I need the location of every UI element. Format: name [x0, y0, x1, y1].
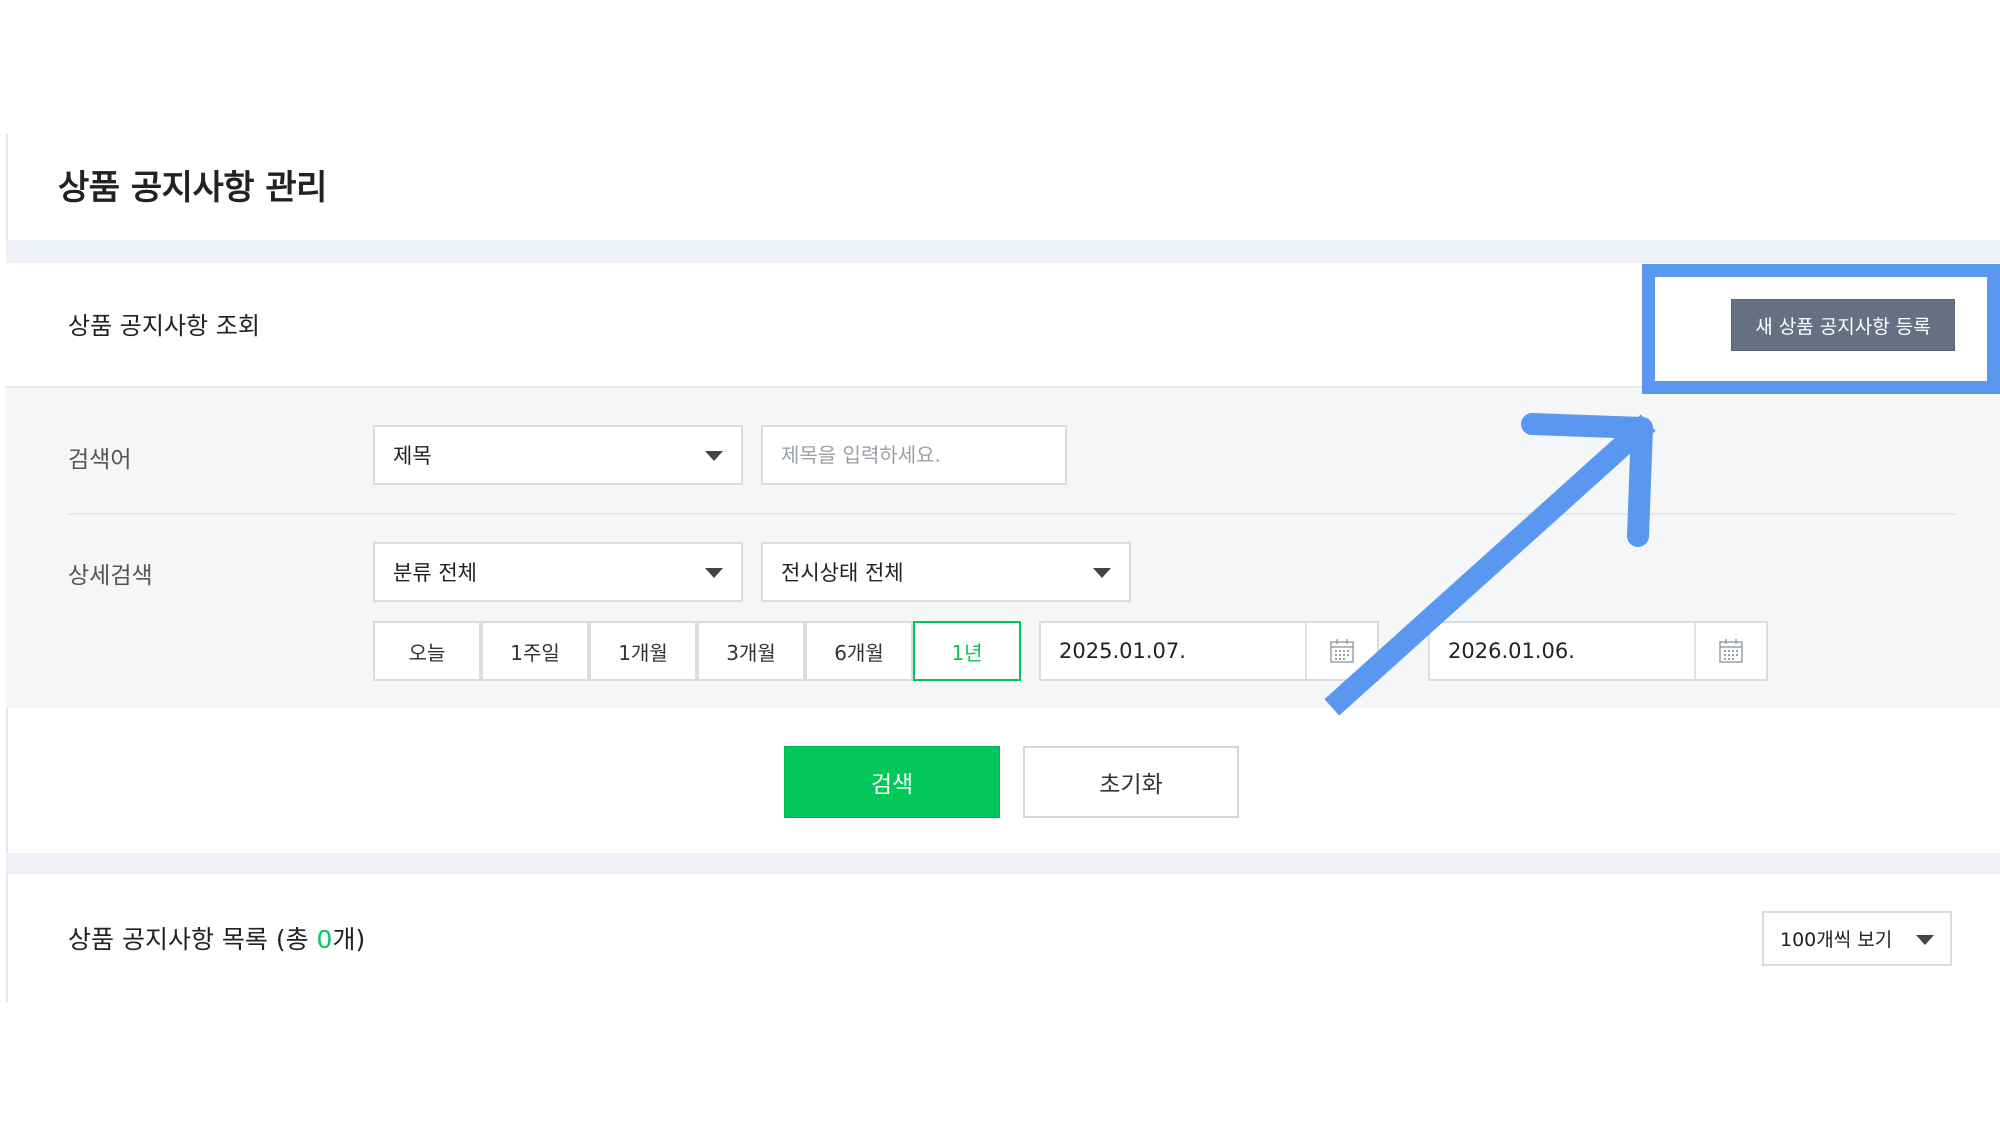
- display-status-value: 전시상태 전체: [781, 561, 904, 585]
- period-1year-button[interactable]: 1년: [913, 621, 1021, 681]
- keyword-type-value: 제목: [393, 444, 432, 468]
- start-date-value: 2025.01.07.: [1059, 639, 1186, 663]
- period-1week-button[interactable]: 1주일: [481, 621, 589, 681]
- list-title-suffix: 개): [332, 925, 366, 954]
- highlight-annotation-box: [1642, 264, 2000, 394]
- page-title: 상품 공지사항 관리: [58, 168, 327, 208]
- page-size-value: 100개씩 보기: [1780, 929, 1893, 951]
- search-panel-title: 상품 공지사항 조회: [68, 312, 260, 340]
- search-button[interactable]: 검색: [784, 746, 1000, 818]
- detail-search-label: 상세검색: [68, 563, 153, 589]
- keyword-type-select[interactable]: 제목: [373, 425, 743, 485]
- list-title: 상품 공지사항 목록 (총 0개): [68, 920, 365, 956]
- keyword-label: 검색어: [68, 447, 132, 473]
- annotation-arrow-icon: [1324, 413, 1656, 716]
- category-value: 분류 전체: [393, 561, 477, 585]
- category-select[interactable]: 분류 전체: [373, 542, 743, 602]
- calendar-icon[interactable]: [1694, 623, 1766, 679]
- period-6month-button[interactable]: 6개월: [805, 621, 913, 681]
- display-status-select[interactable]: 전시상태 전체: [761, 542, 1131, 602]
- list-title-prefix: 상품 공지사항 목록 (총: [68, 925, 317, 954]
- chevron-down-icon: [1093, 568, 1111, 578]
- keyword-input[interactable]: [761, 425, 1067, 485]
- chevron-down-icon: [1916, 935, 1934, 945]
- period-today-button[interactable]: 오늘: [373, 621, 481, 681]
- reset-button[interactable]: 초기화: [1023, 746, 1239, 818]
- chevron-down-icon: [705, 451, 723, 461]
- chevron-down-icon: [705, 568, 723, 578]
- page-size-select[interactable]: 100개씩 보기: [1762, 911, 1952, 966]
- list-total-count: 0: [316, 925, 333, 954]
- period-1month-button[interactable]: 1개월: [589, 621, 697, 681]
- period-3month-button[interactable]: 3개월: [697, 621, 805, 681]
